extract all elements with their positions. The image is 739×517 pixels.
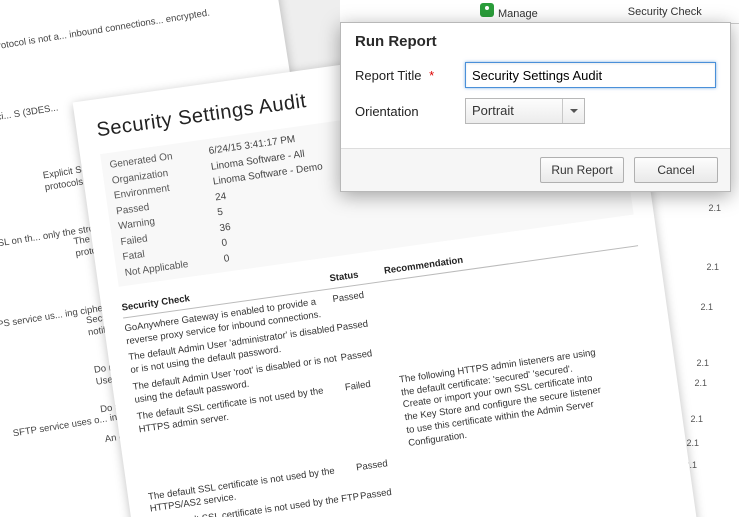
required-asterisk: * bbox=[429, 68, 434, 83]
run-report-dialog: Run Report Report Title * Orientation Po… bbox=[340, 22, 731, 192]
brand: Manage bbox=[480, 3, 538, 20]
report-title-input[interactable] bbox=[465, 62, 716, 88]
orientation-value: Portrait bbox=[466, 99, 562, 123]
snippet: FTP protocol is not a... inbound connect… bbox=[0, 8, 211, 58]
snippet: HTTPS... rong ci... S (3DES... bbox=[0, 102, 59, 134]
page-number: 2.1 bbox=[696, 358, 709, 368]
label-text: Report Title bbox=[355, 68, 421, 83]
page-number: 2.1 bbox=[686, 438, 699, 448]
nav-item-security-check[interactable]: Security Check bbox=[628, 6, 702, 18]
dialog-title: Run Report bbox=[341, 23, 730, 58]
app-header: Manage Security Check bbox=[340, 0, 739, 24]
dialog-footer: Run Report Cancel bbox=[341, 148, 730, 191]
page-number: 2.1 bbox=[690, 414, 703, 424]
brand-label: Manage bbox=[498, 8, 538, 20]
orientation-select[interactable]: Portrait bbox=[465, 98, 585, 124]
page-number: 2.1 bbox=[706, 262, 719, 272]
orientation-label: Orientation bbox=[355, 104, 465, 119]
page-number: 2.1 bbox=[694, 378, 707, 388]
page-number: 2.1 bbox=[708, 203, 721, 213]
logo-icon bbox=[480, 3, 494, 17]
cancel-button[interactable]: Cancel bbox=[634, 157, 718, 183]
run-report-button[interactable]: Run Report bbox=[540, 157, 624, 183]
col-status: Status bbox=[329, 266, 385, 286]
report-title-label: Report Title * bbox=[355, 68, 465, 83]
chevron-down-icon bbox=[562, 99, 584, 123]
page-number: 2.1 bbox=[700, 302, 713, 312]
dialog-body: Report Title * Orientation Portrait bbox=[341, 58, 730, 148]
